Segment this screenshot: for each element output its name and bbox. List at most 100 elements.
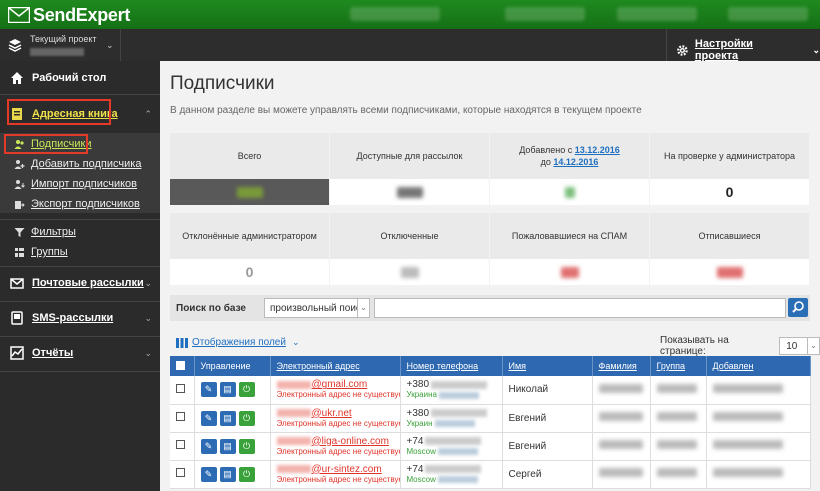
phone-region: Украин xyxy=(407,419,496,429)
group-blurred xyxy=(656,468,697,477)
added-from-date[interactable]: 13.12.2016 xyxy=(575,145,620,155)
per-page-select[interactable]: 10 ⌄ xyxy=(779,337,820,355)
search-input[interactable] xyxy=(374,298,786,318)
power-icon[interactable]: ⏻ xyxy=(238,438,255,454)
top-widget-blurred[interactable] xyxy=(505,7,585,21)
header-label: Номер телефона xyxy=(406,361,479,371)
project-settings-button[interactable]: Настройки проекта ⌄ xyxy=(676,38,820,62)
region-text: Украина xyxy=(406,390,437,400)
first-name-cell: Сергей xyxy=(502,460,593,489)
sidebar-item-mailings[interactable]: Почтовые рассылки ⌄ xyxy=(0,267,160,299)
chevron-down-icon: ⌄ xyxy=(144,347,152,358)
header-phone[interactable]: Номер телефона xyxy=(400,356,503,376)
stat-rejected-value: 0 xyxy=(170,259,329,285)
project-label: Текущий проект xyxy=(30,34,97,44)
search-icon xyxy=(792,301,804,313)
stat-disabled-label: Отключенные xyxy=(330,213,489,259)
sidebar-item-label: Почтовые рассылки xyxy=(32,277,144,289)
row-checkbox[interactable] xyxy=(176,468,185,477)
sms-phone-icon xyxy=(11,311,23,325)
email-link[interactable]: @gmail.com xyxy=(276,379,394,390)
header-label: Добавлен xyxy=(712,361,754,371)
fields-display-toggle[interactable]: Отображения полей ⌄ xyxy=(176,337,300,348)
surname-blurred xyxy=(598,440,643,449)
top-widget-blurred[interactable] xyxy=(350,7,440,21)
select-all-header xyxy=(170,356,195,376)
document-icon[interactable]: ▤ xyxy=(219,466,236,482)
stat-disabled-value xyxy=(330,259,489,285)
sidebar-subitem-groups[interactable]: Группы xyxy=(0,242,160,262)
edit-icon[interactable]: ✎ xyxy=(200,410,217,426)
sidebar-item-reports[interactable]: Отчёты ⌄ xyxy=(0,337,160,369)
email-link[interactable]: @ukr.net xyxy=(276,408,394,419)
filter-icon xyxy=(14,227,25,237)
header-label: Группа xyxy=(656,361,686,371)
sidebar-item-label: SMS-рассылки xyxy=(32,312,114,324)
added-to-date[interactable]: 14.12.2016 xyxy=(553,157,598,167)
surname-blurred xyxy=(598,468,643,477)
document-icon[interactable]: ▤ xyxy=(219,382,236,398)
table-row: ✎ ▤ ⏻ @ukr.net Электронный адрес не существ… xyxy=(170,404,811,433)
stat-total-label: Всего xyxy=(170,133,329,179)
stat-unsubscribed-value xyxy=(650,259,809,285)
sidebar-item-label: Отчёты xyxy=(32,347,74,359)
region-text: Украин xyxy=(406,418,433,428)
sidebar-subitem-label: Экспорт подписчиков xyxy=(31,198,140,210)
power-icon[interactable]: ⏻ xyxy=(238,466,255,482)
email-link[interactable]: @liga-online.com xyxy=(276,436,394,447)
select-all-checkbox[interactable] xyxy=(176,360,185,370)
sidebar-item-sms[interactable]: SMS-рассылки ⌄ xyxy=(0,302,160,334)
first-name-cell: Евгений xyxy=(502,404,593,433)
stat-unsubscribed-label: Отписавшиеся xyxy=(650,213,809,259)
sidebar-subitem-filters[interactable]: Фильтры xyxy=(0,222,160,242)
project-switcher[interactable]: Текущий проект xyxy=(8,33,97,56)
sidebar-subitem-add-subscriber[interactable]: Добавить подписчика xyxy=(0,154,160,174)
header-surname[interactable]: Фамилия xyxy=(592,356,651,376)
chevron-down-icon: ⌄ xyxy=(144,312,152,323)
first-name-cell: Евгений xyxy=(502,432,593,461)
stat-admin-review-label: На проверке у администратора xyxy=(650,133,809,179)
email-link[interactable]: @ur-sintez.com xyxy=(276,464,394,475)
row-checkbox[interactable] xyxy=(176,412,185,421)
logo[interactable]: SendExpert xyxy=(8,5,130,25)
sidebar-subitem-label: Фильтры xyxy=(31,226,76,238)
row-checkbox[interactable] xyxy=(176,383,185,393)
edit-icon[interactable]: ✎ xyxy=(200,382,217,398)
header-name[interactable]: Имя xyxy=(502,356,593,376)
phone-region: Moscow xyxy=(407,447,496,457)
email-status: Электронный адрес не существует xyxy=(276,474,400,484)
header-group[interactable]: Группа xyxy=(650,356,707,376)
document-icon[interactable]: ▤ xyxy=(219,410,236,426)
search-button[interactable] xyxy=(788,298,808,317)
row-checkbox[interactable] xyxy=(176,440,185,449)
settings-label: Настройки проекта xyxy=(694,38,753,62)
region-text: Moscow xyxy=(406,446,436,456)
stats-grid: Всего Доступные для рассылок Добавлено с… xyxy=(170,133,810,285)
added-date-blurred xyxy=(712,412,783,421)
chevron-up-icon: ⌃ xyxy=(144,108,152,119)
top-widget-blurred[interactable] xyxy=(728,7,808,21)
export-icon xyxy=(15,200,25,209)
top-widget-blurred[interactable] xyxy=(617,7,697,21)
chevron-down-icon: ⌄ xyxy=(357,299,369,317)
header-added[interactable]: Добавлен xyxy=(706,356,811,376)
header-email[interactable]: Электронный адрес xyxy=(270,356,401,376)
table-row: ✎ ▤ ⏻ @liga-online.com Электронный адрес не… xyxy=(170,432,811,461)
edit-icon[interactable]: ✎ xyxy=(200,438,217,454)
highlight-box xyxy=(7,99,111,125)
per-page-value: 10 xyxy=(786,341,798,352)
added-date-blurred xyxy=(712,440,783,449)
edit-icon[interactable]: ✎ xyxy=(200,466,217,482)
chevron-down-icon[interactable]: ⌄ xyxy=(106,40,114,51)
document-icon[interactable]: ▤ xyxy=(219,438,236,454)
rejected-number: 0 xyxy=(245,264,254,280)
power-icon[interactable]: ⏻ xyxy=(238,410,255,426)
phone-number: +380 xyxy=(407,408,496,419)
sidebar-subitem-export[interactable]: Экспорт подписчиков xyxy=(0,194,160,214)
sidebar-item-dashboard[interactable]: Рабочий стол xyxy=(0,61,160,94)
stat-admin-review-value: 0 xyxy=(650,179,809,205)
power-icon[interactable]: ⏻ xyxy=(238,382,255,398)
group-blurred xyxy=(656,412,697,421)
sidebar-subitem-import[interactable]: Импорт подписчиков xyxy=(0,174,160,194)
search-type-select[interactable]: произвольный поиск ⌄ xyxy=(264,298,370,318)
